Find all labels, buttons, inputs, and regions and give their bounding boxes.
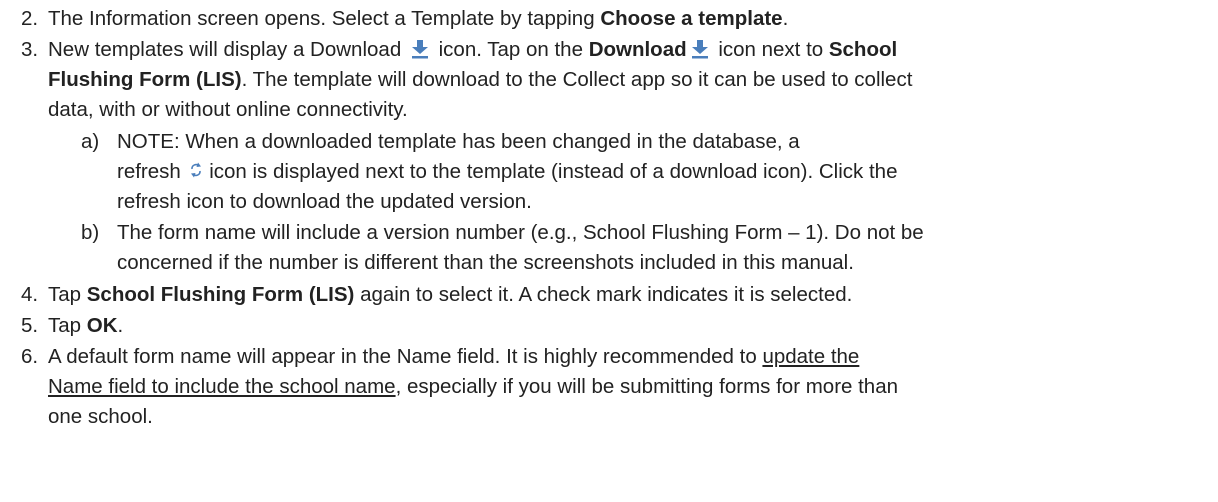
step-3b-label: b) [81,221,100,244]
refresh-icon [190,158,202,188]
step-3-number: 3. [21,38,39,61]
choose-template-bold: Choose a template [600,7,783,30]
download-icon [690,38,710,68]
step-4-number: 4. [21,283,39,306]
download-icon [410,38,430,68]
step-2-text: The Information screen opens. Select a T… [48,7,789,30]
step-3a-label: a) [81,130,100,153]
step-5-number: 5. [21,314,39,337]
step-6-number: 6. [21,345,39,368]
step-2-number: 2. [21,7,39,30]
